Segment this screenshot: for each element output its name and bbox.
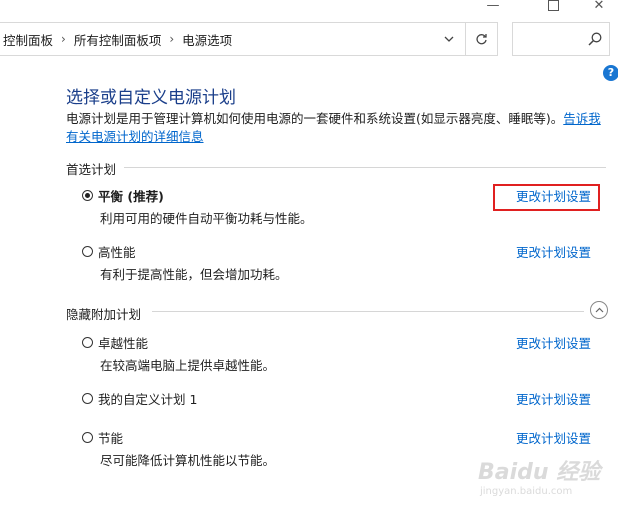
page-title: 选择或自定义电源计划	[66, 88, 236, 108]
refresh-icon	[476, 33, 487, 44]
plan-high-performance-radio[interactable]	[82, 246, 93, 257]
plan-ultimate-radio[interactable]	[82, 337, 93, 348]
preferred-plans-header: 首选计划	[66, 162, 117, 177]
address-bar[interactable]: 控制面板 › 所有控制面板项 › 电源选项	[0, 22, 498, 56]
search-input[interactable]	[517, 29, 587, 51]
hidden-plans-header: 隐藏附加计划	[66, 307, 142, 322]
plan-ultimate-change-link[interactable]: 更改计划设置	[516, 333, 591, 352]
plan-high-performance-name[interactable]: 高性能	[98, 242, 136, 261]
breadcrumb-power-options[interactable]: 电源选项	[178, 30, 236, 49]
search-icon[interactable]	[587, 31, 603, 47]
address-dropdown-button[interactable]	[439, 23, 459, 55]
title-bar: — ✕	[0, 0, 618, 16]
section-divider	[152, 311, 584, 312]
collapse-button[interactable]	[590, 301, 608, 319]
section-divider	[124, 167, 606, 168]
breadcrumb: 控制面板 › 所有控制面板项 › 电源选项	[0, 23, 236, 55]
close-icon: ✕	[593, 0, 605, 13]
page-description: 电源计划是用于管理计算机如何使用电源的一套硬件和系统设置(如显示器亮度、睡眠等)…	[66, 110, 606, 146]
plan-ultimate-name[interactable]: 卓越性能	[98, 333, 148, 352]
description-text: 电源计划是用于管理计算机如何使用电源的一套硬件和系统设置(如显示器亮度、睡眠等)…	[66, 111, 564, 126]
minimize-icon: —	[486, 0, 500, 13]
breadcrumb-control-panel[interactable]: 控制面板	[0, 30, 57, 49]
breadcrumb-all-items[interactable]: 所有控制面板项	[70, 30, 166, 49]
refresh-button[interactable]	[465, 23, 497, 55]
search-box[interactable]	[512, 22, 610, 56]
plan-power-saver-radio[interactable]	[82, 432, 93, 443]
chevron-right-icon[interactable]: ›	[57, 32, 70, 46]
highlight-annotation	[493, 184, 600, 211]
close-button[interactable]: ✕	[576, 0, 618, 16]
plan-high-performance-change-link[interactable]: 更改计划设置	[516, 242, 591, 261]
plan-power-saver-name[interactable]: 节能	[98, 428, 123, 447]
maximize-icon	[547, 0, 559, 11]
plan-balanced-desc: 利用可用的硬件自动平衡功耗与性能。	[100, 211, 313, 226]
plan-balanced-radio[interactable]	[82, 190, 93, 201]
chevron-down-icon	[444, 36, 454, 42]
plan-custom-change-link[interactable]: 更改计划设置	[516, 389, 591, 408]
chevron-right-icon[interactable]: ›	[165, 32, 178, 46]
watermark-logo-text: Baidu 经验	[478, 460, 601, 485]
plan-custom-radio[interactable]	[82, 393, 93, 404]
maximize-button[interactable]	[530, 0, 576, 16]
plan-power-saver-desc: 尽可能降低计算机性能以节能。	[100, 453, 276, 468]
help-icon[interactable]: ?	[603, 65, 618, 81]
plan-high-performance-desc: 有利于提高性能，但会增加功耗。	[100, 267, 288, 282]
plan-balanced-name[interactable]: 平衡 (推荐)	[98, 186, 164, 205]
plan-power-saver-change-link[interactable]: 更改计划设置	[516, 428, 591, 447]
minimize-button[interactable]: —	[470, 0, 516, 16]
plan-ultimate-desc: 在较高端电脑上提供卓越性能。	[100, 358, 276, 373]
chevron-up-icon	[595, 307, 603, 313]
watermark-url: jingyan.baidu.com	[480, 486, 573, 497]
baidu-watermark-logo: Baidu 经验 jingyan.baidu.com	[478, 452, 608, 502]
plan-custom-name[interactable]: 我的自定义计划 1	[98, 389, 197, 408]
